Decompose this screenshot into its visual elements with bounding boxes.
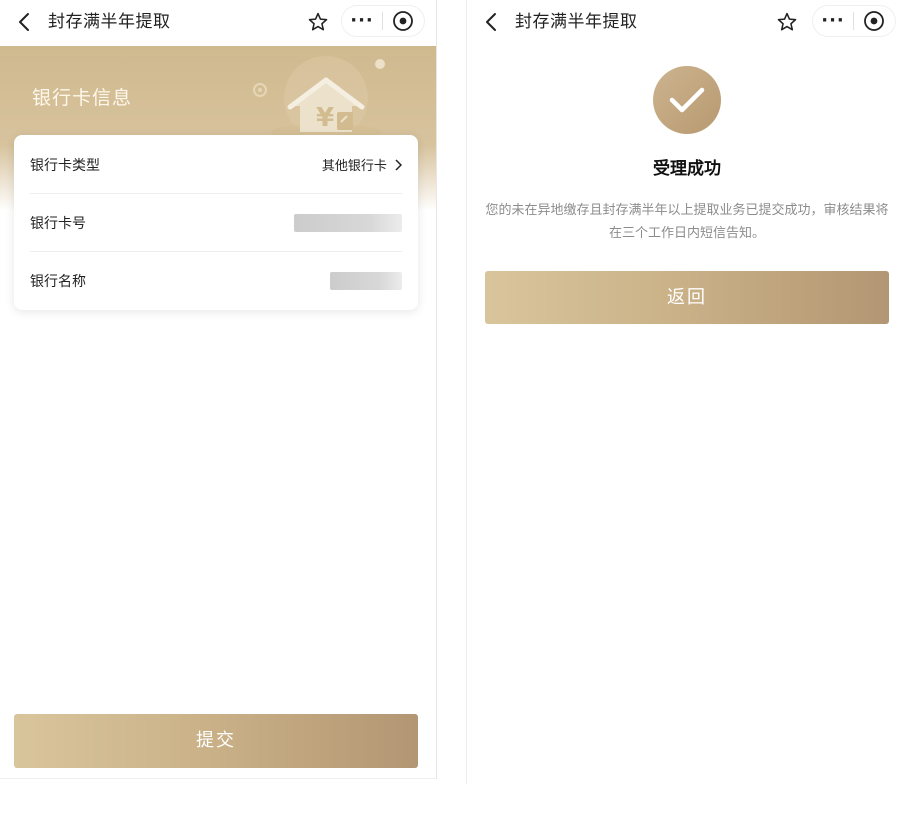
nav-bar: 封存满半年提取 ··· — [0, 0, 436, 44]
page-title: 封存满半年提取 — [48, 12, 171, 32]
close-program-button[interactable] — [854, 6, 894, 36]
bank-info-screen: 封存满半年提取 ··· 银行卡信息 ¥ 银行卡类型 其他银行卡 银行卡号 银行名… — [0, 0, 437, 779]
bank-card-number-masked — [294, 214, 402, 232]
bank-card-number-row: 银行卡号 — [30, 193, 402, 252]
star-outline-icon — [777, 12, 797, 31]
bank-card-type-value: 其他银行卡 — [322, 155, 403, 174]
target-circle-icon — [864, 11, 884, 31]
chevron-right-icon — [395, 159, 403, 171]
chevron-left-icon — [19, 13, 29, 31]
checkmark-icon — [669, 87, 705, 113]
back-button[interactable] — [481, 11, 501, 33]
submit-button[interactable]: 提交 — [14, 714, 418, 768]
bank-card-type-label: 银行卡类型 — [30, 158, 100, 174]
favorite-button[interactable] — [775, 10, 799, 34]
nav-bar: 封存满半年提取 ··· — [467, 0, 906, 44]
bank-card-type-row[interactable]: 银行卡类型 其他银行卡 — [30, 135, 403, 194]
more-button[interactable]: ··· — [342, 6, 382, 36]
return-button[interactable]: 返回 — [485, 271, 889, 324]
banner-title: 银行卡信息 — [32, 87, 133, 109]
bank-card-info-card: 银行卡类型 其他银行卡 银行卡号 银行名称 — [14, 135, 418, 310]
bank-name-label: 银行名称 — [30, 274, 86, 290]
chevron-left-icon — [486, 13, 496, 31]
close-program-button[interactable] — [383, 6, 423, 36]
svg-text:¥: ¥ — [316, 103, 334, 133]
house-money-icon: ¥ — [253, 56, 385, 140]
success-message: 您的未在异地缴存且封存满半年以上提取业务已提交成功，审核结果将在三个工作日内短信… — [485, 203, 889, 241]
success-screen: 封存满半年提取 ··· 受理成功 您的未在异地缴存且封存满半年以上提取业务已提交… — [466, 0, 906, 784]
bank-name-masked — [330, 272, 402, 290]
success-title: 受理成功 — [653, 159, 721, 179]
favorite-button[interactable] — [306, 10, 330, 34]
target-circle-icon — [393, 11, 413, 31]
more-button[interactable]: ··· — [813, 6, 853, 36]
star-outline-icon — [308, 12, 328, 31]
bank-name-row: 银行名称 — [30, 251, 402, 309]
success-badge — [653, 66, 721, 134]
page-title: 封存满半年提取 — [515, 12, 638, 32]
back-button[interactable] — [14, 11, 34, 33]
mini-program-capsule: ··· — [342, 6, 424, 36]
mini-program-capsule: ··· — [813, 6, 895, 36]
bank-card-number-label: 银行卡号 — [30, 216, 86, 232]
